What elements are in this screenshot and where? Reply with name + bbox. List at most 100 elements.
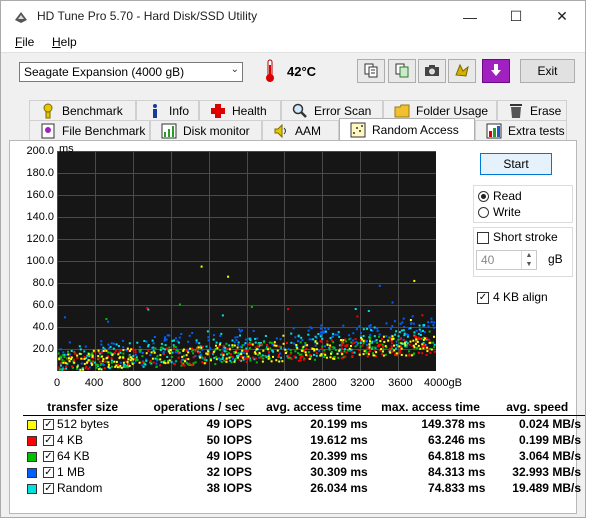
scatter-point [426,350,429,353]
series-checkbox[interactable]: ✓ [43,435,54,447]
scatter-point [151,357,154,360]
scatter-point [163,353,165,356]
scatter-point [382,346,384,348]
scatter-point [396,354,399,357]
scatter-point [389,347,391,350]
scatter-point [376,341,379,344]
scatter-point [126,347,129,350]
write-radio[interactable] [478,207,489,218]
scatter-point [303,358,305,361]
scatter-point [390,327,392,330]
scatter-point [237,352,240,355]
short-stroke-checkbox[interactable] [477,232,489,244]
scatter-point [321,337,324,340]
scatter-point [221,356,224,359]
series-color-swatch [27,419,37,430]
scatter-point [154,347,157,350]
scatter-point [420,330,422,333]
scatter-point [313,358,316,361]
scatter-point [110,365,113,368]
x-tick-label: 3200 [350,377,375,389]
scatter-point [421,345,424,348]
scatter-point [86,361,89,364]
scatter-point [151,339,154,342]
scatter-point [122,349,125,352]
scatter-point [270,360,273,363]
scatter-point [278,345,281,348]
scatter-point [228,352,230,355]
scatter-point [337,356,340,359]
scatter-point [213,356,216,359]
scatter-point [342,324,345,327]
scatter-point [432,341,435,344]
scatter-point [181,355,184,358]
scatter-point [415,335,417,338]
tab-disk-monitor[interactable]: Disk monitor [150,120,262,140]
scatter-point [416,341,419,343]
scatter-point [197,346,200,349]
scatter-point [358,325,361,328]
series-checkbox[interactable]: ✓ [43,451,54,463]
series-checkbox[interactable]: ✓ [43,483,54,495]
tab-info[interactable]: Info [136,100,199,120]
scatter-point [301,339,304,341]
align-checkbox[interactable]: ✓ [477,292,489,304]
close-button[interactable]: ✕ [539,1,585,32]
scatter-point [135,356,138,359]
series-checkbox[interactable]: ✓ [43,467,54,479]
scatter-point [245,347,248,350]
screenshot-button[interactable] [418,59,446,83]
tab-aam[interactable]: AAM [262,120,339,140]
scatter-point [426,346,429,349]
tab-erase[interactable]: Erase [497,100,567,120]
options-button[interactable] [448,59,476,83]
scatter-point [84,345,87,348]
maximize-button[interactable]: ☐ [493,1,539,32]
scatter-point [397,338,400,341]
tab-random-access[interactable]: Random Access [339,118,475,140]
drive-select[interactable]: Seagate Expansion (4000 gB) ⌄ [19,62,243,82]
scatter-point [155,362,158,365]
scatter-point [134,351,137,354]
scatter-point [164,344,167,347]
ops-cell: 32 IOPS [206,465,252,479]
spin-arrows-icon[interactable]: ▲ ▼ [521,251,536,269]
scatter-point [316,342,319,345]
scatter-point [344,338,347,341]
tab-file-benchmark[interactable]: File Benchmark [29,120,150,140]
scatter-point [209,346,212,349]
menu-help[interactable]: Help [52,35,77,49]
copy-info-button[interactable] [357,59,385,83]
start-button[interactable]: Start [480,153,552,175]
scatter-point [320,348,323,350]
scatter-point [323,349,326,352]
download-button[interactable] [482,59,510,83]
short-stroke-input[interactable]: 40 ▲ ▼ [476,250,537,270]
scatter-point [433,343,436,346]
scatter-point [260,356,263,359]
scatter-point [146,307,149,309]
copy-text-button[interactable] [388,59,416,83]
scatter-point [361,344,364,347]
scatter-point [423,331,426,333]
tab-extra-tests[interactable]: Extra tests [475,120,567,140]
minimize-button[interactable]: — [447,1,493,32]
scatter-point [247,343,250,346]
scatter-point [245,349,248,352]
tab-folder-usage[interactable]: Folder Usage [383,100,497,120]
scatter-point [119,364,122,367]
scatter-point [350,348,353,351]
scatter-point [430,317,433,320]
scatter-point [401,321,404,324]
scatter-point [422,324,425,327]
scatter-point [406,335,409,338]
tab-health[interactable]: Health [199,100,281,120]
table-row: ✓ 1 MB 32 IOPS 30.309 ms 84.313 ms 32.993 MB/… [23,464,585,480]
exit-button[interactable]: Exit [520,59,575,83]
tab-benchmark[interactable]: Benchmark [29,100,136,120]
scatter-point [314,344,317,347]
menu-file[interactable]: File [15,35,34,49]
read-radio[interactable] [478,191,489,202]
series-checkbox[interactable]: ✓ [43,419,54,431]
tab-error-scan[interactable]: Error Scan [281,100,383,120]
